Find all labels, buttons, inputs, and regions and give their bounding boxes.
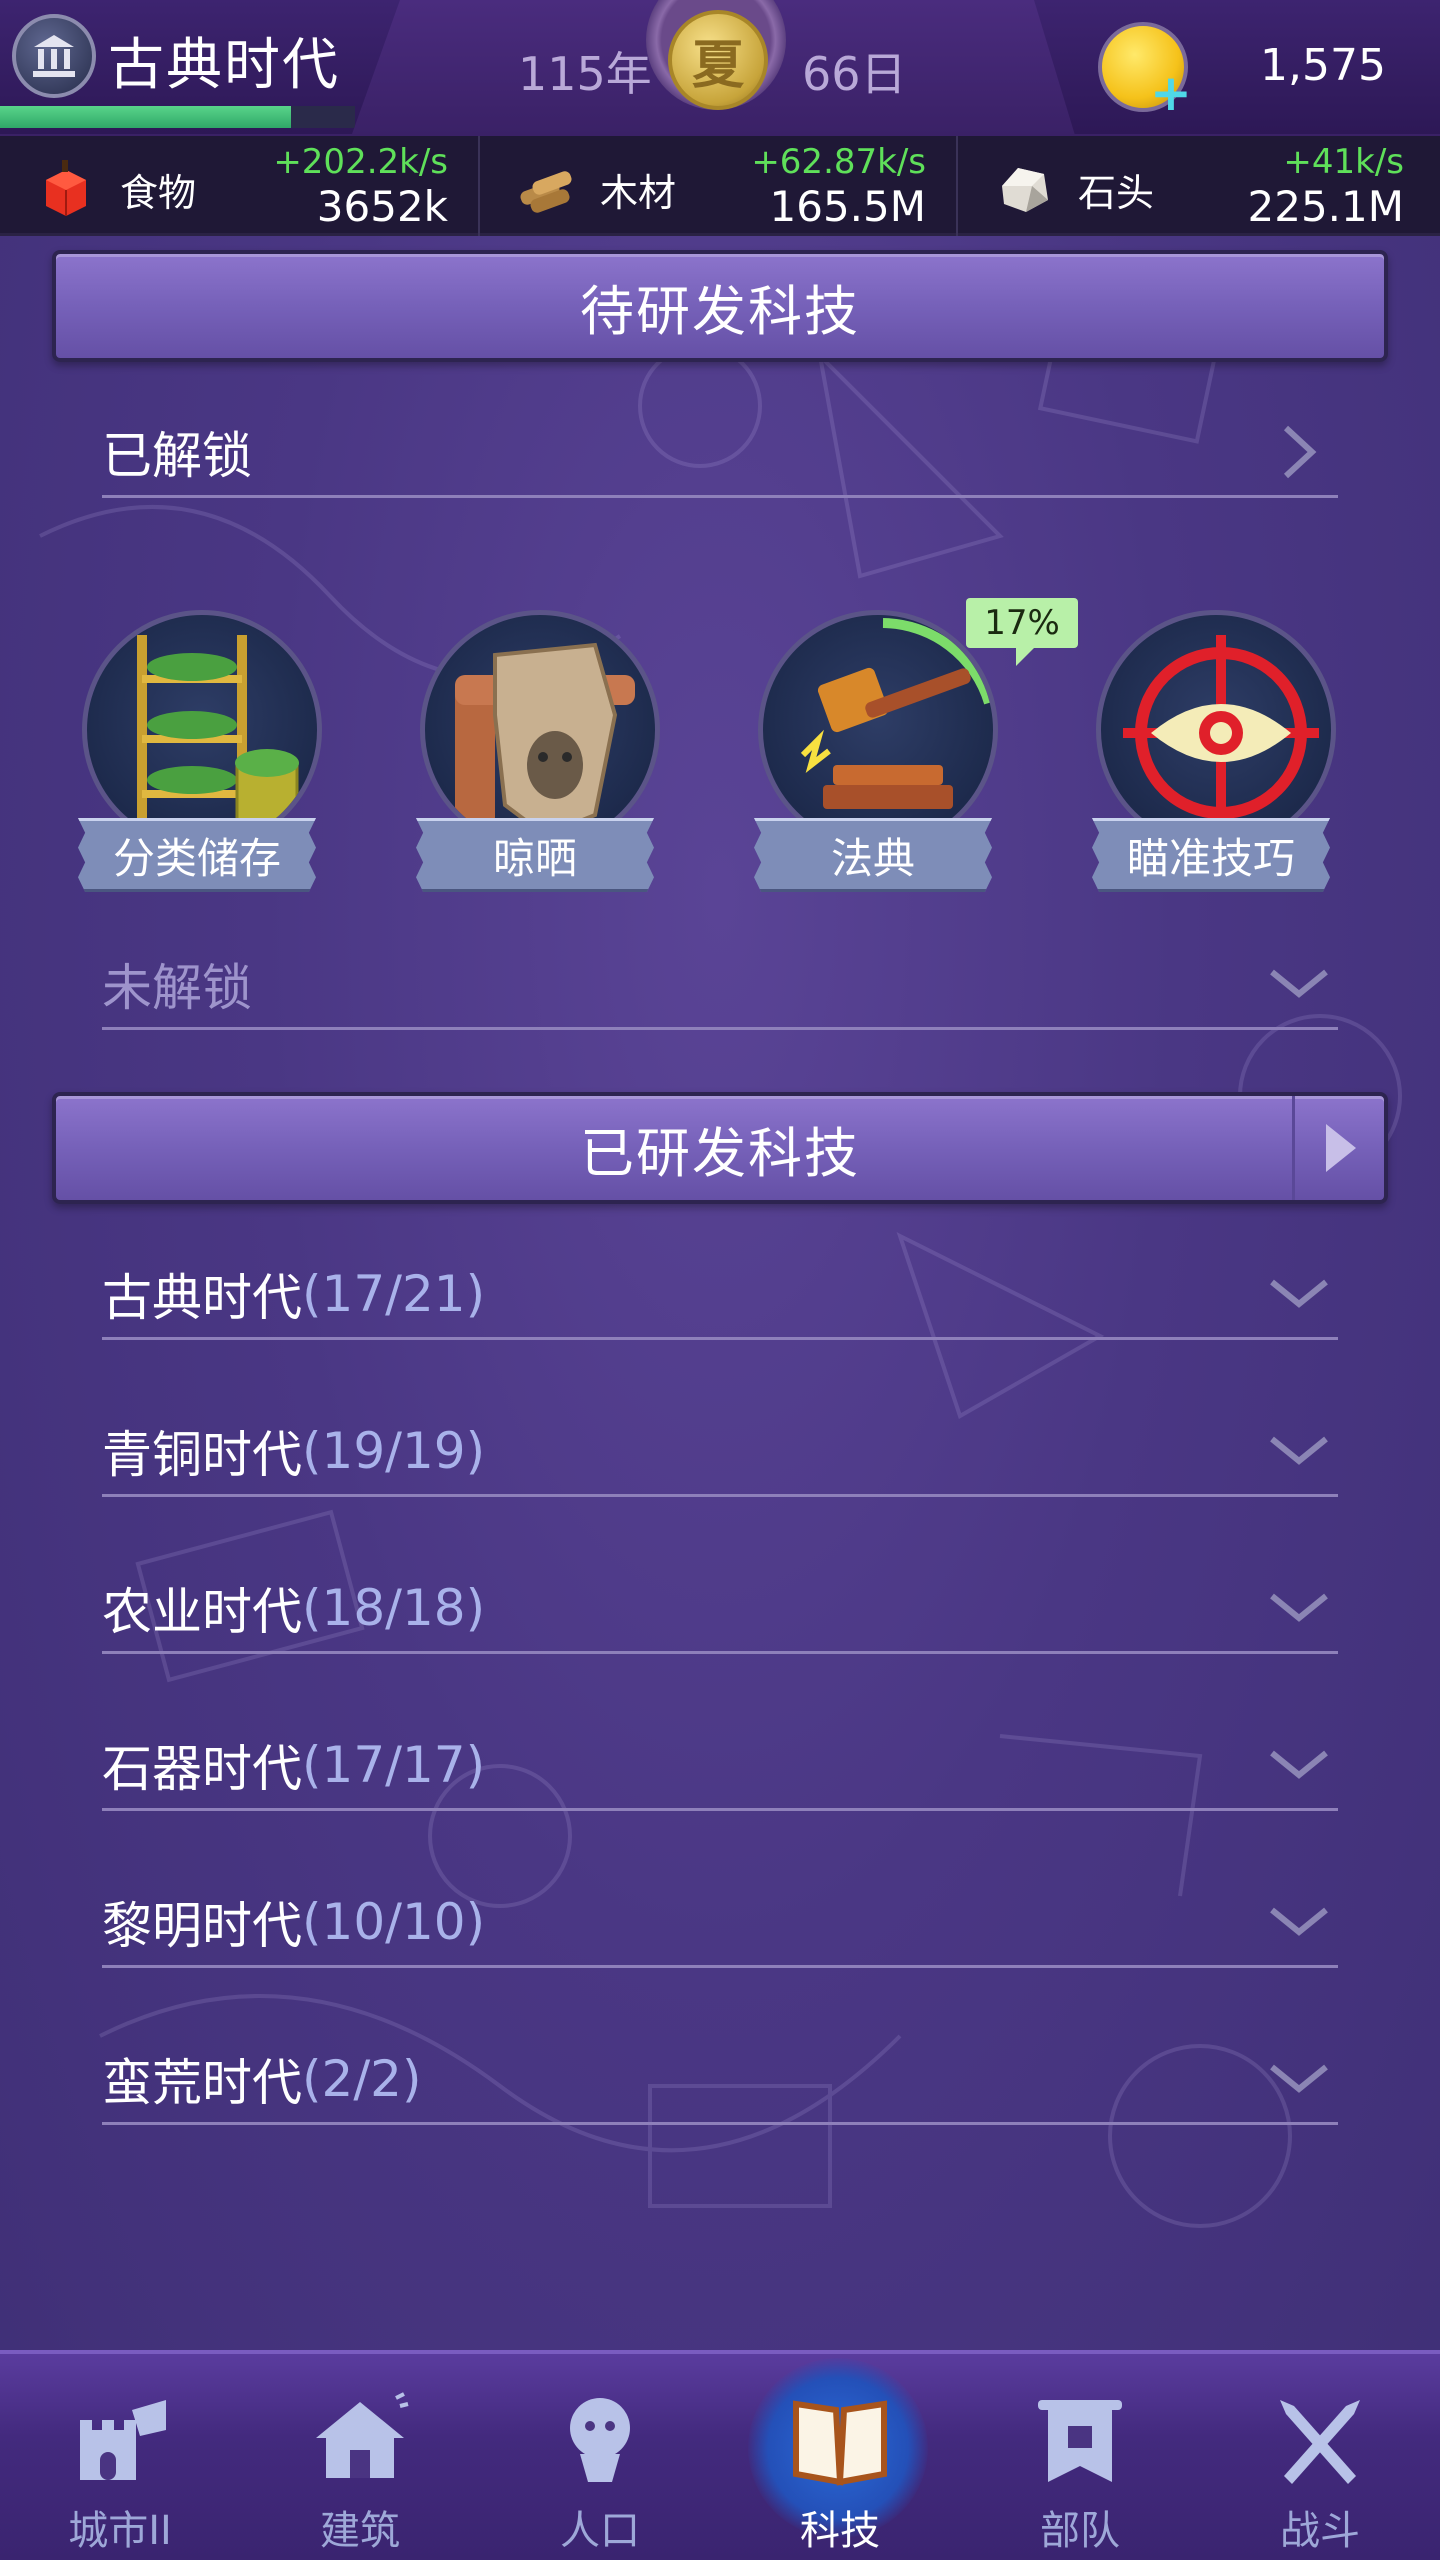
nav-troops[interactable]: 部队: [960, 2350, 1200, 2560]
temple-icon[interactable]: [12, 14, 96, 98]
tech-item[interactable]: 分类储存: [78, 610, 328, 900]
resource-total: 225.1M: [1247, 182, 1404, 231]
resource-rate: +62.87k/s: [751, 142, 926, 182]
season-badge: 夏: [668, 10, 768, 110]
resource-name: 食物: [120, 171, 197, 215]
tech-item[interactable]: 晾晒: [416, 610, 666, 900]
day-text: 66日: [802, 47, 907, 101]
researched-tech-header: 已研发科技: [52, 1092, 1388, 1204]
chevron-down-icon: [1270, 1436, 1328, 1465]
nav-label: 人口: [560, 2508, 640, 2554]
era-row[interactable]: 古典时代 (17/21): [102, 1250, 1338, 1340]
house-icon: [316, 2392, 409, 2478]
chevron-down-icon: [1270, 1279, 1328, 1308]
era-row[interactable]: 石器时代 (17/17): [102, 1721, 1338, 1811]
era-progress-bar: [0, 106, 355, 128]
date-display: 115年 夏 66日: [500, 0, 940, 136]
tech-label: 分类储存: [78, 818, 316, 892]
era-count: (18/18): [302, 1578, 486, 1637]
book-icon: [793, 2400, 887, 2486]
stone-icon: [1002, 168, 1048, 212]
tech-item[interactable]: 法典: [754, 610, 1004, 900]
unlocked-label: 已解锁: [102, 426, 252, 485]
year-text: 115年: [518, 47, 652, 101]
era-row[interactable]: 农业时代 (18/18): [102, 1564, 1338, 1654]
nav-label: 科技: [800, 2508, 880, 2554]
era-name: 农业时代: [102, 1582, 302, 1641]
resource-rate: +202.2k/s: [273, 142, 448, 182]
era-name: 石器时代: [102, 1739, 302, 1798]
era-name: 蛮荒时代: [102, 2053, 302, 2112]
chevron-down-icon: [1270, 1593, 1328, 1622]
target-eye-icon: [1096, 610, 1336, 850]
resource-stone[interactable]: 石头 +41k/s 225.1M: [956, 136, 1434, 236]
resource-food[interactable]: 食物 +202.2k/s 3652k: [0, 136, 478, 236]
nav-buildings[interactable]: 建筑: [240, 2350, 480, 2560]
nav-battle[interactable]: 战斗: [1200, 2350, 1440, 2560]
shelf-storage-icon: [82, 610, 322, 850]
locked-label: 未解锁: [102, 958, 252, 1017]
play-arrow-icon: [1325, 1124, 1356, 1172]
chevron-down-icon: [1270, 969, 1328, 998]
add-gold-icon[interactable]: +: [1150, 64, 1192, 122]
era-panel[interactable]: 古典时代: [0, 0, 400, 134]
nav-label: 城市II: [68, 2508, 172, 2554]
chevron-right-icon: [1283, 425, 1317, 479]
nav-population[interactable]: 人口: [480, 2350, 720, 2560]
nav-technology[interactable]: 科技: [720, 2350, 960, 2560]
era-title: 古典时代: [108, 33, 340, 98]
resource-name: 木材: [600, 171, 677, 215]
era-name: 黎明时代: [102, 1896, 302, 1955]
era-count: (2/2): [302, 2049, 422, 2108]
resource-rate: +41k/s: [1283, 142, 1404, 182]
tech-item[interactable]: 瞄准技巧: [1092, 610, 1342, 900]
banner-icon: [1038, 2400, 1122, 2482]
crossed-swords-icon: [1280, 2400, 1360, 2484]
nav-label: 战斗: [1280, 2508, 1360, 2554]
era-row[interactable]: 青铜时代 (19/19): [102, 1407, 1338, 1497]
expand-arrow-button[interactable]: [1292, 1096, 1384, 1200]
era-count: (19/19): [302, 1421, 486, 1480]
era-row[interactable]: 黎明时代 (10/10): [102, 1878, 1338, 1968]
researched-tech-title: 已研发科技: [580, 1121, 860, 1185]
pending-tech-header: 待研发科技: [52, 250, 1388, 362]
resource-wood[interactable]: 木材 +62.87k/s 165.5M: [478, 136, 956, 236]
locked-row[interactable]: 未解锁: [102, 940, 1338, 1030]
tech-label: 瞄准技巧: [1092, 818, 1330, 892]
era-count: (10/10): [302, 1892, 486, 1951]
era-row[interactable]: 蛮荒时代 (2/2): [102, 2035, 1338, 2125]
gavel-icon: [758, 610, 998, 850]
gold-amount: 1,575: [1260, 40, 1386, 91]
era-name: 青铜时代: [102, 1425, 302, 1484]
chevron-down-icon: [1270, 1907, 1328, 1936]
chevron-down-icon: [1270, 1750, 1328, 1779]
resource-name: 石头: [1078, 171, 1155, 215]
wood-icon: [520, 171, 572, 213]
era-count: (17/17): [302, 1735, 486, 1794]
tech-label: 法典: [754, 818, 992, 892]
nav-city[interactable]: 城市II: [0, 2350, 240, 2560]
castle-icon: [80, 2400, 166, 2480]
resource-total: 3652k: [316, 182, 448, 231]
era-progress-fill: [0, 106, 292, 128]
era-count: (17/21): [302, 1264, 486, 1323]
resource-total: 165.5M: [769, 182, 926, 231]
chevron-down-icon: [1270, 2064, 1328, 2093]
tech-label: 晾晒: [416, 818, 654, 892]
top-bar: 古典时代 115年 夏 66日 + 1,575: [0, 0, 1440, 136]
person-icon: [570, 2398, 630, 2482]
resource-bar: 食物 +202.2k/s 3652k 木材 +62.87k/s 165.5M 石…: [0, 136, 1440, 236]
progress-badge: 17%: [966, 598, 1078, 666]
nav-label: 部队: [1040, 2508, 1120, 2554]
food-icon: [46, 160, 86, 216]
drying-hide-icon: [420, 610, 660, 850]
nav-label: 建筑: [320, 2508, 400, 2554]
unlocked-row[interactable]: 已解锁: [102, 408, 1338, 498]
era-name: 古典时代: [102, 1268, 302, 1327]
